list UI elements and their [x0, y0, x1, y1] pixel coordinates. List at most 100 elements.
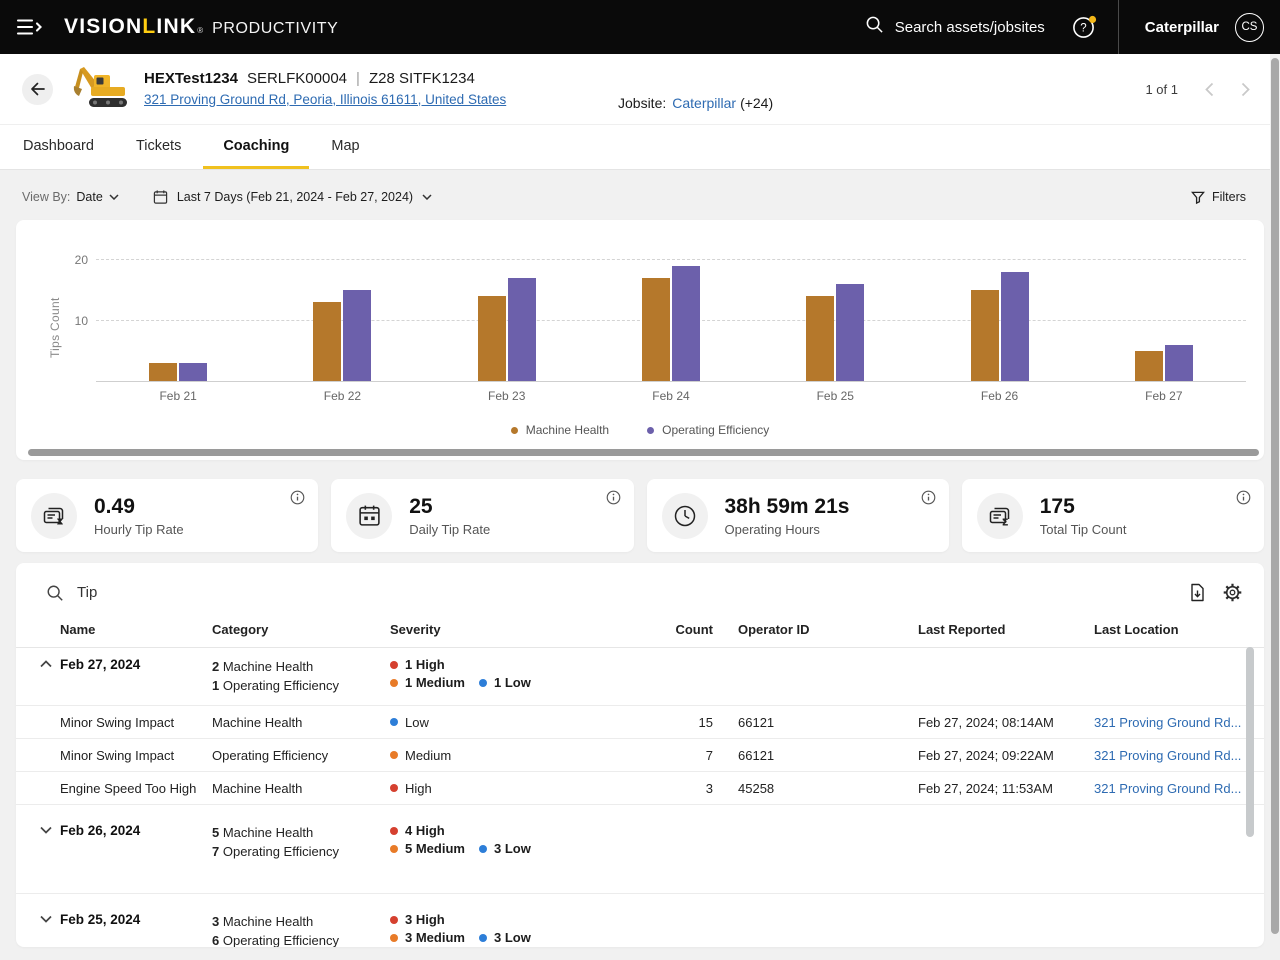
chart-horizontal-scrollbar[interactable]	[28, 449, 1259, 456]
group-row-feb-25-2024[interactable]: Feb 25, 20243 Machine Health6 Operating …	[16, 894, 1264, 947]
filters-button[interactable]: Filters	[1191, 190, 1258, 205]
info-icon[interactable]	[1236, 490, 1251, 505]
severity-text: 3 High	[405, 912, 445, 927]
search-assets-jobsites[interactable]: Search assets/jobsites	[865, 15, 1045, 39]
tip-category: Machine Health	[212, 781, 390, 796]
table-search[interactable]: Tip	[46, 584, 97, 602]
bar-operating-efficiency[interactable]	[1001, 272, 1029, 381]
tip-name: Engine Speed Too High	[60, 781, 212, 796]
tip-last-location-link[interactable]: 321 Proving Ground Rd...	[1094, 748, 1241, 763]
group-date: Feb 25, 2024	[60, 912, 212, 927]
bar-operating-efficiency[interactable]	[836, 284, 864, 381]
jobsite-link[interactable]: Caterpillar	[672, 95, 736, 111]
pager-count: 1 of 1	[1145, 82, 1178, 97]
bar-machine-health[interactable]	[478, 296, 506, 381]
column-header-name[interactable]: Name	[60, 622, 212, 637]
visionlink-logo: VISIONLINK ® PRODUCTIVITY	[64, 15, 338, 39]
hamburger-menu-icon[interactable]	[16, 17, 44, 37]
chevron-down-icon[interactable]	[32, 823, 60, 834]
date-range-dropdown[interactable]: Last 7 Days (Feb 21, 2024 - Feb 27, 2024…	[153, 189, 432, 205]
help-icon[interactable]: ?	[1071, 14, 1098, 40]
tip-operator-id: 66121	[738, 748, 918, 763]
column-header-operator-id[interactable]: Operator ID	[738, 622, 918, 637]
group-date: Feb 26, 2024	[60, 823, 212, 838]
chart-legend: Machine Health Operating Efficiency	[16, 423, 1264, 437]
account-name[interactable]: Caterpillar	[1145, 19, 1219, 36]
page-scrollbar-thumb[interactable]	[1271, 58, 1279, 934]
kpi-value: 0.49	[94, 495, 184, 519]
tab-tickets[interactable]: Tickets	[116, 125, 201, 169]
legend-item-operating-efficiency[interactable]: Operating Efficiency	[647, 423, 769, 437]
chart-y-tick-label: 20	[60, 253, 88, 267]
kpi-text: 175Total Tip Count	[1040, 495, 1127, 537]
tip-name: Minor Swing Impact	[60, 715, 212, 730]
legend-dot	[647, 427, 654, 434]
kpi-card-operating-hours: 38h 59m 21sOperating Hours	[647, 479, 949, 552]
column-header-severity[interactable]: Severity	[390, 622, 670, 637]
chevron-down-icon[interactable]	[32, 912, 60, 923]
bar-machine-health[interactable]	[642, 278, 670, 381]
group-row-feb-26-2024[interactable]: Feb 26, 20245 Machine Health7 Operating …	[16, 805, 1264, 894]
filter-row: View By: Date Last 7 Days (Feb 21, 2024 …	[16, 180, 1264, 214]
kpi-label: Operating Hours	[725, 522, 850, 537]
settings-gear-icon[interactable]	[1223, 583, 1242, 602]
chart-y-axis-label: Tips Count	[48, 268, 62, 388]
jobsite-label: Jobsite:	[618, 95, 666, 111]
page-scrollbar[interactable]	[1270, 54, 1280, 960]
chart-bar-group-feb-26: Feb 26	[971, 248, 1029, 381]
chevron-up-icon[interactable]	[32, 657, 60, 668]
tip-row[interactable]: Minor Swing ImpactMachine HealthLow15661…	[16, 706, 1264, 739]
bar-operating-efficiency[interactable]	[508, 278, 536, 381]
chart-bar-groups: Feb 21Feb 22Feb 23Feb 24Feb 25Feb 26Feb …	[96, 248, 1246, 381]
tab-bar: DashboardTicketsCoachingMap	[0, 125, 1280, 170]
bar-machine-health[interactable]	[313, 302, 341, 381]
table-body: Feb 27, 20242 Machine Health1 Operating …	[16, 648, 1264, 947]
tab-coaching[interactable]: Coaching	[203, 125, 309, 169]
severity-dot-medium	[390, 934, 398, 942]
asset-address-link[interactable]: 321 Proving Ground Rd, Peoria, Illinois …	[144, 92, 506, 107]
bar-operating-efficiency[interactable]	[343, 290, 371, 381]
severity-dot-low	[479, 845, 487, 853]
severity-line: 5 Medium3 Low	[390, 841, 670, 856]
bar-operating-efficiency[interactable]	[179, 363, 207, 381]
search-placeholder-text: Search assets/jobsites	[895, 19, 1045, 36]
table-vertical-scrollbar-thumb[interactable]	[1246, 647, 1254, 837]
date-range-value: Last 7 Days (Feb 21, 2024 - Feb 27, 2024…	[177, 190, 413, 204]
info-icon[interactable]	[921, 490, 936, 505]
severity-dot-high	[390, 916, 398, 924]
search-icon	[865, 15, 884, 39]
group-row-feb-27-2024[interactable]: Feb 27, 20242 Machine Health1 Operating …	[16, 648, 1264, 706]
group-category-summary: 5 Machine Health7 Operating Efficiency	[212, 823, 390, 861]
tip-row[interactable]: Minor Swing ImpactOperating EfficiencyMe…	[16, 739, 1264, 772]
column-header-count[interactable]: Count	[670, 622, 738, 637]
info-icon[interactable]	[290, 490, 305, 505]
tip-last-location-link[interactable]: 321 Proving Ground Rd...	[1094, 715, 1241, 730]
back-button[interactable]	[22, 74, 53, 105]
severity-text: 1 Medium	[405, 675, 465, 690]
bar-machine-health[interactable]	[149, 363, 177, 381]
tip-row[interactable]: Engine Speed Too HighMachine HealthHigh3…	[16, 772, 1264, 805]
column-header-last-reported[interactable]: Last Reported	[918, 622, 1094, 637]
separator: |	[356, 70, 360, 87]
export-icon[interactable]	[1189, 583, 1206, 602]
chart-bar-group-feb-22: Feb 22	[313, 248, 371, 381]
view-by-dropdown[interactable]: Date	[76, 190, 118, 204]
pager-previous-icon[interactable]	[1205, 82, 1214, 97]
column-header-category[interactable]: Category	[212, 622, 390, 637]
bar-machine-health[interactable]	[1135, 351, 1163, 381]
column-header-last-location[interactable]: Last Location	[1094, 622, 1264, 637]
chart-scrollbar-thumb[interactable]	[28, 449, 1259, 456]
bar-operating-efficiency[interactable]	[1165, 345, 1193, 381]
pager-next-icon[interactable]	[1241, 82, 1250, 97]
severity-text: 4 High	[405, 823, 445, 838]
bar-machine-health[interactable]	[806, 296, 834, 381]
tab-map[interactable]: Map	[311, 125, 379, 169]
legend-item-machine-health[interactable]: Machine Health	[511, 423, 609, 437]
tip-count: 3	[670, 781, 738, 796]
tip-last-location-link[interactable]: 321 Proving Ground Rd...	[1094, 781, 1241, 796]
avatar[interactable]: CS	[1235, 13, 1264, 42]
info-icon[interactable]	[606, 490, 621, 505]
tab-dashboard[interactable]: Dashboard	[3, 125, 114, 169]
bar-operating-efficiency[interactable]	[672, 266, 700, 381]
bar-machine-health[interactable]	[971, 290, 999, 381]
